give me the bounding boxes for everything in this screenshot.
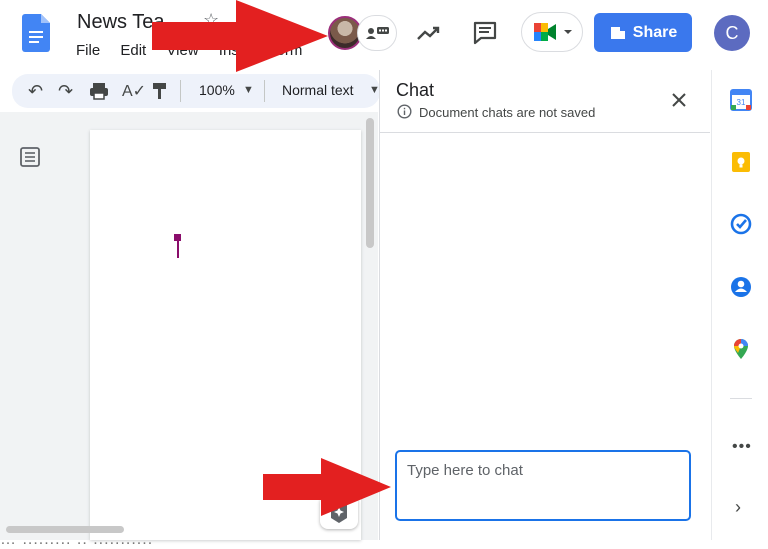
menu-edit[interactable]: Edit [120,42,146,59]
maps-icon[interactable] [729,337,753,361]
tasks-icon[interactable] [729,212,753,236]
docs-logo-icon[interactable] [22,14,50,52]
redo-icon[interactable]: ↷ [58,81,73,102]
activity-dashboard-icon[interactable] [414,18,444,48]
document-outline-icon[interactable] [19,146,41,168]
partial-background-text: … ......... .. ........... [0,531,154,548]
expand-icon[interactable]: › [735,497,741,518]
meet-button[interactable] [521,12,583,52]
annotation-arrow-top [152,0,328,72]
calendar-icon[interactable]: 31 [729,88,753,112]
more-icon[interactable]: ••• [732,438,752,456]
paragraph-style-select[interactable]: Normal text [282,82,354,98]
print-icon[interactable] [89,82,109,100]
meet-icon [534,23,572,41]
zoom-caret-icon[interactable]: ▼ [243,84,254,96]
calendar-day: 31 [737,98,746,107]
spellcheck-icon[interactable]: A✓ [122,81,146,101]
toolbar-divider [264,80,265,102]
vertical-scrollbar[interactable] [366,118,374,248]
zoom-select[interactable]: 100% [199,82,235,98]
account-avatar[interactable]: C [714,15,750,51]
menu-file[interactable]: File [76,42,100,59]
share-people-icon [610,26,625,39]
people-chat-icon [366,27,389,39]
share-button[interactable]: Share [594,13,692,52]
chat-input[interactable] [395,450,691,521]
paint-format-icon[interactable] [152,82,168,100]
chat-divider [380,132,710,133]
toolbar-divider [180,80,181,102]
undo-icon[interactable]: ↶ [28,81,43,102]
info-icon [397,104,412,119]
side-panel [711,70,768,540]
side-panel-divider [730,398,752,399]
annotation-arrow-bottom [263,458,391,516]
chat-notice: Document chats are not saved [419,105,596,120]
show-chat-button[interactable] [357,15,397,51]
chat-title: Chat [396,80,435,100]
collaborator-cursor [177,240,179,258]
comment-history-icon[interactable] [470,18,500,48]
share-label: Share [632,23,678,41]
contacts-icon[interactable] [729,275,753,299]
keep-icon[interactable] [729,150,753,174]
close-icon[interactable] [668,89,690,111]
